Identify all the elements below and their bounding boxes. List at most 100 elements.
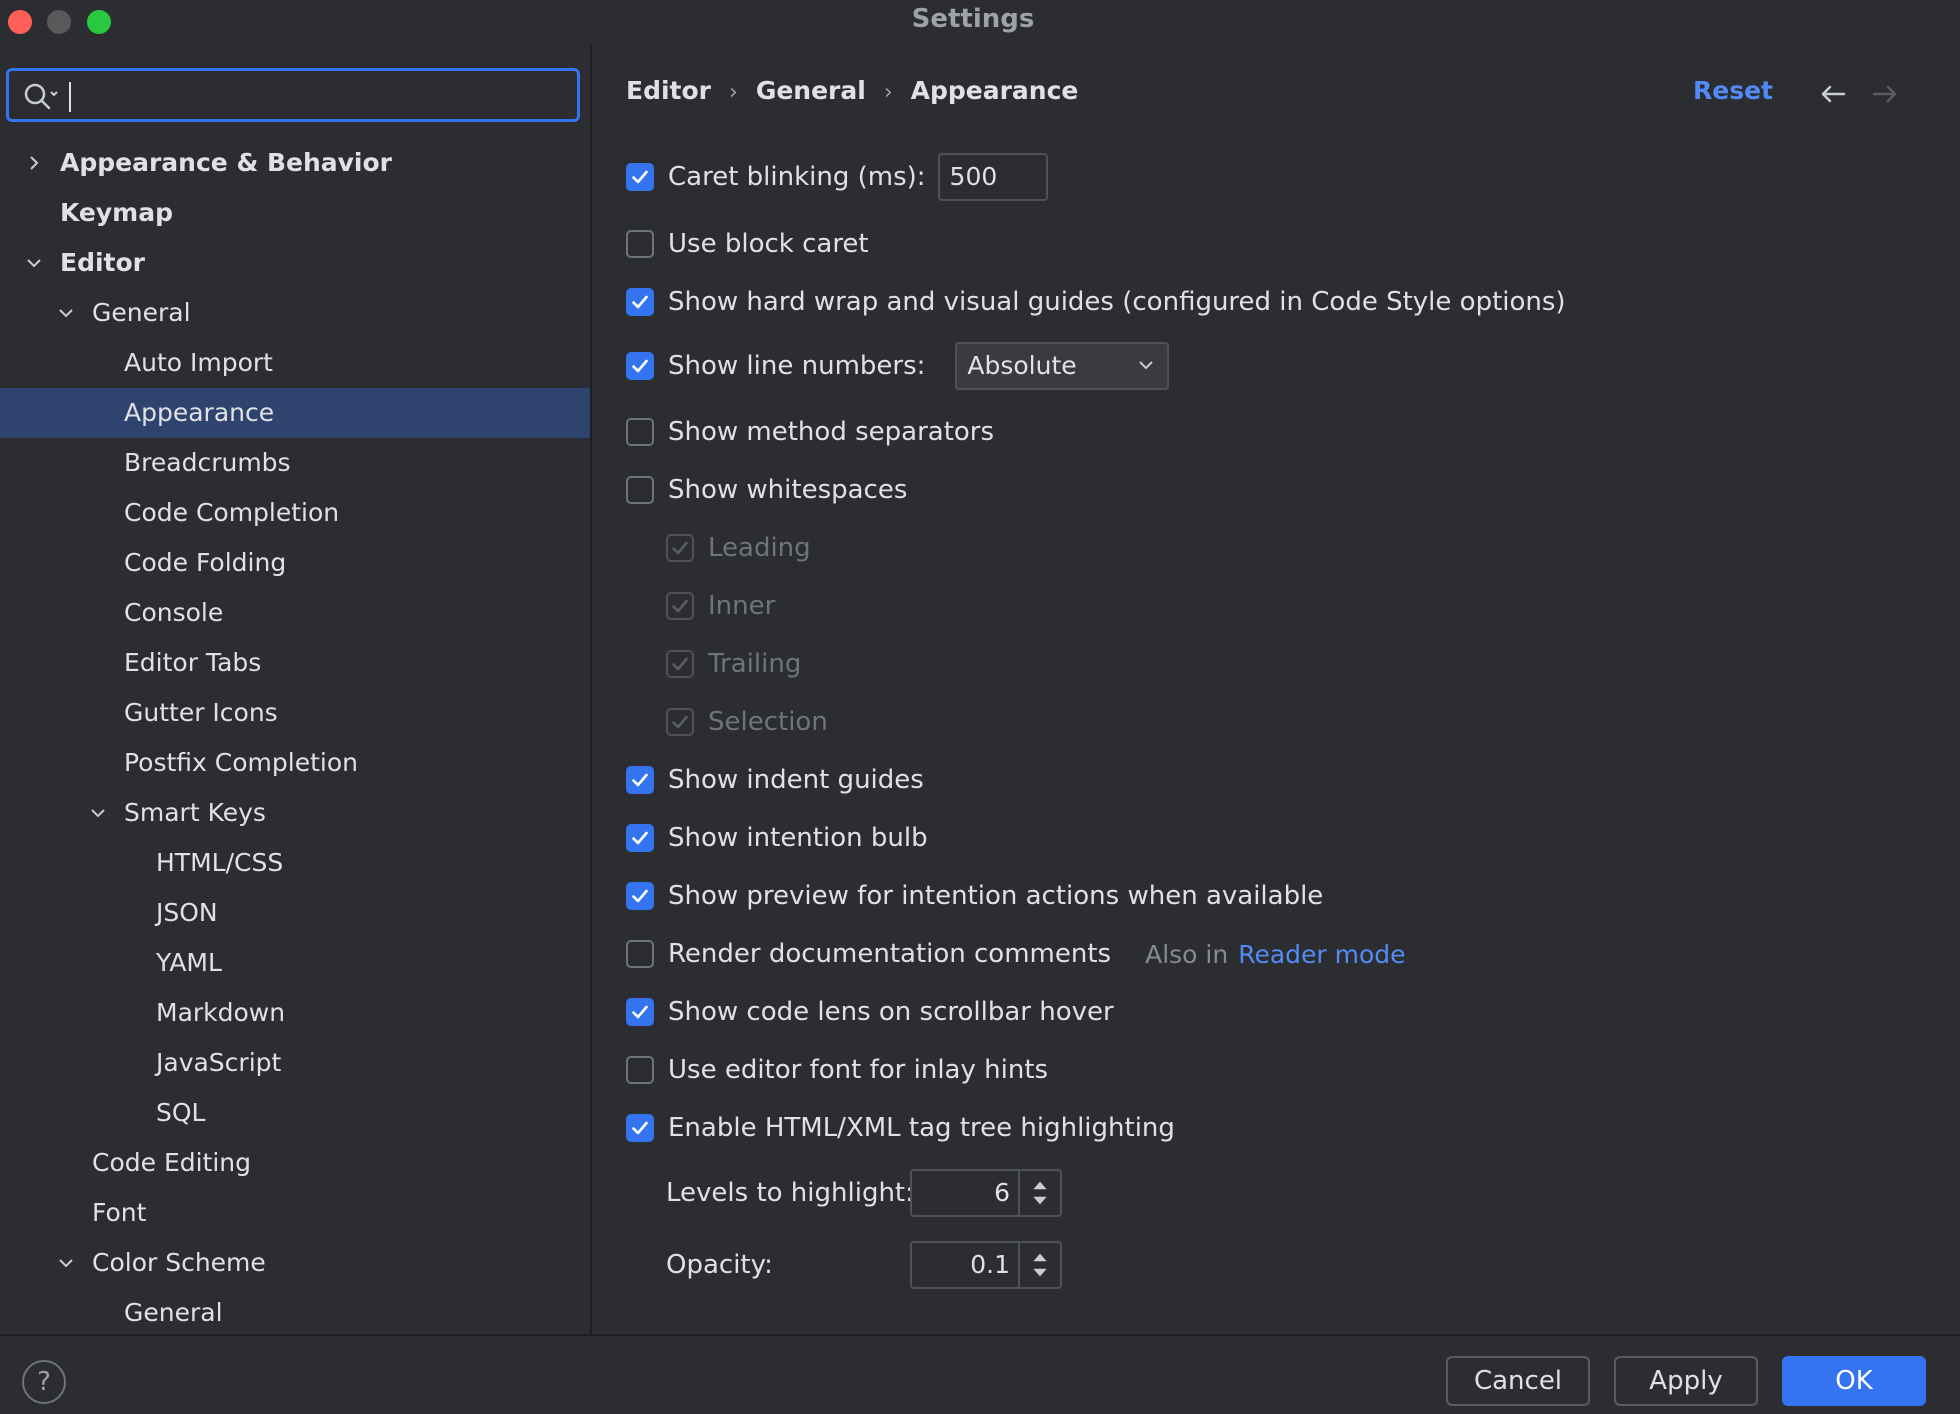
- cancel-button[interactable]: Cancel: [1446, 1356, 1590, 1406]
- sidebar-item-label: JSON: [156, 898, 218, 927]
- opacity-value: 0.1: [970, 1250, 1010, 1279]
- sidebar-item-appearance-behavior[interactable]: Appearance & Behavior: [0, 138, 590, 188]
- checkmark-icon: [672, 541, 688, 555]
- sidebar-item-general[interactable]: General: [0, 1288, 590, 1334]
- chevron-right-icon[interactable]: [24, 153, 44, 173]
- sidebar-item-label: Code Completion: [124, 498, 340, 527]
- sidebar-item-general[interactable]: General: [0, 288, 590, 338]
- breadcrumb: Editor › General › Appearance: [626, 76, 1078, 105]
- ws-selection-row: Selection: [666, 705, 828, 739]
- sidebar-item-label: Markdown: [156, 998, 286, 1027]
- sidebar-item-code-editing[interactable]: Code Editing: [0, 1138, 590, 1188]
- sidebar-item-javascript[interactable]: JavaScript: [0, 1038, 590, 1088]
- sidebar-item-code-folding[interactable]: Code Folding: [0, 538, 590, 588]
- sidebar-item-appearance[interactable]: Appearance: [0, 388, 590, 438]
- caret-blinking-label: Caret blinking (ms):: [668, 162, 926, 192]
- hard-wrap-checkbox[interactable]: [626, 288, 654, 316]
- sidebar-item-font[interactable]: Font: [0, 1188, 590, 1238]
- whitespaces-checkbox[interactable]: [626, 476, 654, 504]
- sidebar-item-label: Gutter Icons: [124, 698, 278, 727]
- code-lens-checkbox[interactable]: [626, 998, 654, 1026]
- sidebar-item-label: Breadcrumbs: [124, 448, 291, 477]
- ws-selection-checkbox[interactable]: [666, 708, 694, 736]
- checkmark-icon: [632, 1005, 648, 1019]
- window-title: Settings: [911, 4, 1035, 34]
- sidebar-item-label: General: [92, 298, 191, 327]
- text-cursor: [69, 82, 71, 112]
- code-lens-row: Show code lens on scrollbar hover: [626, 995, 1114, 1029]
- sidebar-item-auto-import[interactable]: Auto Import: [0, 338, 590, 388]
- levels-label: Levels to highlight:: [666, 1178, 914, 1208]
- sidebar-item-editor[interactable]: Editor: [0, 238, 590, 288]
- line-numbers-row: Show line numbers: Absolute: [626, 342, 1170, 390]
- breadcrumb-separator: ›: [883, 80, 893, 105]
- breadcrumb-item-general[interactable]: General: [756, 76, 866, 105]
- tag-tree-checkbox[interactable]: [626, 1114, 654, 1142]
- sidebar-item-smart-keys[interactable]: Smart Keys: [0, 788, 590, 838]
- settings-tree: Appearance & Behavior Keymap Editor General…: [0, 138, 590, 1334]
- sidebar-item-label: Code Editing: [92, 1148, 252, 1177]
- reader-mode-link[interactable]: Reader mode: [1238, 940, 1405, 969]
- help-button[interactable]: ?: [22, 1360, 66, 1404]
- sidebar-item-label: Editor Tabs: [124, 648, 262, 677]
- ws-trailing-checkbox[interactable]: [666, 650, 694, 678]
- stepper-arrows-icon[interactable]: [1018, 1243, 1060, 1287]
- ws-inner-checkbox[interactable]: [666, 592, 694, 620]
- settings-content: Editor › General › Appearance Reset Caret bl…: [594, 44, 1960, 1334]
- sidebar-item-sql[interactable]: SQL: [0, 1088, 590, 1138]
- forward-arrow-icon[interactable]: [1870, 82, 1900, 106]
- method-separators-row: Show method separators: [626, 415, 994, 449]
- line-numbers-selected: Absolute: [967, 351, 1077, 380]
- block-caret-checkbox[interactable]: [626, 230, 654, 258]
- line-numbers-checkbox[interactable]: [626, 352, 654, 380]
- preview-intention-row: Show preview for intention actions when …: [626, 879, 1323, 913]
- preview-intention-checkbox[interactable]: [626, 882, 654, 910]
- sidebar-item-json[interactable]: JSON: [0, 888, 590, 938]
- apply-button[interactable]: Apply: [1614, 1356, 1758, 1406]
- render-docs-checkbox[interactable]: [626, 940, 654, 968]
- chevron-down-icon[interactable]: [56, 1253, 76, 1273]
- stepper-arrows-icon[interactable]: [1018, 1171, 1060, 1215]
- opacity-spinner[interactable]: 0.1: [910, 1241, 1062, 1289]
- breadcrumb-item-editor[interactable]: Editor: [626, 76, 711, 105]
- sidebar-item-label: Smart Keys: [124, 798, 266, 827]
- editor-font-inlay-checkbox[interactable]: [626, 1056, 654, 1084]
- chevron-down-icon[interactable]: [88, 803, 108, 823]
- render-docs-label: Render documentation comments: [668, 939, 1112, 969]
- sidebar-item-console[interactable]: Console: [0, 588, 590, 638]
- method-separators-checkbox[interactable]: [626, 418, 654, 446]
- checkmark-icon: [632, 889, 648, 903]
- reset-link[interactable]: Reset: [1693, 76, 1773, 105]
- line-numbers-dropdown[interactable]: Absolute: [955, 342, 1170, 390]
- sidebar-item-yaml[interactable]: YAML: [0, 938, 590, 988]
- sidebar-item-color-scheme[interactable]: Color Scheme: [0, 1238, 590, 1288]
- sidebar-item-label: Keymap: [60, 198, 174, 227]
- checkmark-icon: [672, 599, 688, 613]
- intention-bulb-checkbox[interactable]: [626, 824, 654, 852]
- sidebar-item-editor-tabs[interactable]: Editor Tabs: [0, 638, 590, 688]
- block-caret-label: Use block caret: [668, 229, 869, 259]
- sidebar-item-markdown[interactable]: Markdown: [0, 988, 590, 1038]
- sidebar-item-label: JavaScript: [156, 1048, 282, 1077]
- caret-blinking-input[interactable]: 500: [937, 153, 1048, 201]
- whitespaces-row: Show whitespaces: [626, 473, 907, 507]
- ws-leading-checkbox[interactable]: [666, 534, 694, 562]
- search-input[interactable]: [75, 79, 565, 113]
- intention-bulb-label: Show intention bulb: [668, 823, 928, 853]
- sidebar-item-postfix-completion[interactable]: Postfix Completion: [0, 738, 590, 788]
- sidebar-item-gutter-icons[interactable]: Gutter Icons: [0, 688, 590, 738]
- back-arrow-icon[interactable]: [1818, 82, 1848, 106]
- sidebar-item-label: Color Scheme: [92, 1248, 266, 1277]
- caret-blinking-checkbox[interactable]: [626, 163, 654, 191]
- ok-button[interactable]: OK: [1782, 1356, 1926, 1406]
- indent-guides-checkbox[interactable]: [626, 766, 654, 794]
- search-box[interactable]: [6, 68, 580, 122]
- sidebar-item-keymap[interactable]: Keymap: [0, 188, 590, 238]
- sidebar-item-html-css[interactable]: HTML/CSS: [0, 838, 590, 888]
- chevron-down-icon[interactable]: [24, 253, 44, 273]
- sidebar-item-breadcrumbs[interactable]: Breadcrumbs: [0, 438, 590, 488]
- levels-spinner[interactable]: 6: [910, 1169, 1062, 1217]
- render-docs-row: Render documentation comments Also in Re…: [626, 937, 1406, 971]
- chevron-down-icon[interactable]: [56, 303, 76, 323]
- sidebar-item-code-completion[interactable]: Code Completion: [0, 488, 590, 538]
